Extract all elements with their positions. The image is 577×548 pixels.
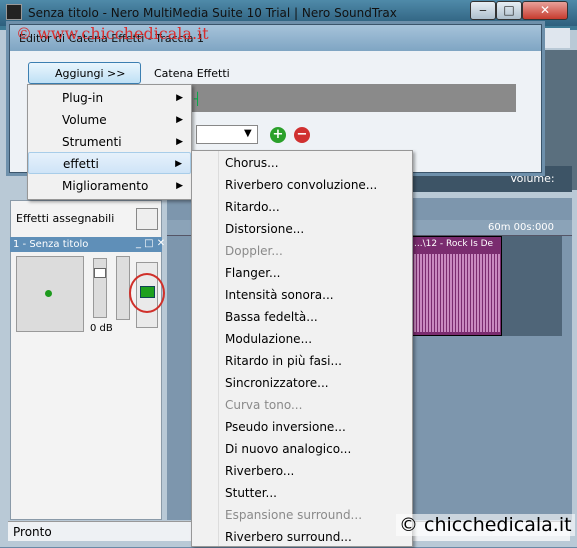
menu-item-strumenti[interactable]: Strumenti ▶ <box>28 131 191 153</box>
chevron-right-icon: ▶ <box>176 93 183 103</box>
menu-item-volume[interactable]: Volume ▶ <box>28 109 191 131</box>
menu-item-effetti[interactable]: effetti ▶ <box>28 152 191 174</box>
submenu-item[interactable]: Riverbero convoluzione... <box>225 174 377 196</box>
menu-separator <box>218 151 219 546</box>
assign-effects-button[interactable] <box>136 208 158 230</box>
highlight-circle <box>129 273 165 313</box>
chevron-right-icon: ▶ <box>175 159 182 169</box>
submenu-item: Espansione surround... <box>225 508 363 522</box>
effects-chain-label: Catena Effetti <box>154 67 230 80</box>
submenu-item[interactable]: Bassa fedeltà... <box>225 306 318 328</box>
volume-label: Volume: <box>510 172 555 185</box>
chevron-right-icon: ▶ <box>176 137 183 147</box>
chevron-right-icon: ▶ <box>176 115 183 125</box>
clip-title: ...\12 - Rock Is De <box>414 239 494 249</box>
minimize-button[interactable]: ‒ <box>470 1 496 20</box>
menu-item-label: Strumenti <box>62 135 122 149</box>
volume-fader[interactable] <box>93 258 107 318</box>
pan-position-dot[interactable] <box>45 290 52 297</box>
submenu-item: Curva tono... <box>225 398 303 412</box>
menu-item-plugin[interactable]: Plug-in ▶ <box>28 87 191 109</box>
chain-connector-icon: ┤ <box>194 92 202 106</box>
level-meter <box>116 256 130 320</box>
maximize-button[interactable]: □ <box>496 1 522 20</box>
chevron-down-icon[interactable]: ▼ <box>244 128 252 139</box>
waveform <box>414 254 500 332</box>
submenu-item[interactable]: Sincronizzatore... <box>225 372 329 394</box>
remove-preset-button[interactable]: − <box>294 127 310 143</box>
ruler-time-label: 60m 00s:000 <box>488 222 555 233</box>
submenu-item: Doppler... <box>225 244 283 258</box>
menu-item-label: effetti <box>63 157 99 171</box>
db-readout: 0 dB <box>90 323 113 334</box>
submenu-item[interactable]: Ritardo... <box>225 196 280 218</box>
close-button[interactable]: ✕ <box>522 1 568 20</box>
watermark-bottom: © chicchedicala.it <box>396 514 575 536</box>
watermark-top: © www.chicchedicala.it <box>16 24 209 43</box>
submenu-item[interactable]: Ritardo in più fasi... <box>225 350 342 372</box>
track-window-controls[interactable]: _ □ ✕ <box>136 238 165 249</box>
submenu-item[interactable]: Riverbero... <box>225 460 294 482</box>
add-preset-button[interactable]: + <box>270 127 286 143</box>
submenu-item[interactable]: Stutter... <box>225 482 277 504</box>
submenu-item[interactable]: Distorsione... <box>225 218 304 240</box>
add-button-label[interactable]: Aggiungi >> <box>55 67 125 80</box>
menu-item-label: Volume <box>62 113 107 127</box>
submenu-item[interactable]: Riverbero surround... <box>225 526 352 548</box>
menu-item-label: Miglioramento <box>62 179 149 193</box>
submenu-item[interactable]: Flanger... <box>225 262 280 284</box>
menu-item-label: Plug-in <box>62 91 104 105</box>
fader-handle[interactable] <box>94 268 106 278</box>
status-text: Pronto <box>13 525 52 539</box>
submenu-item[interactable]: Modulazione... <box>225 328 312 350</box>
submenu-item[interactable]: Chorus... <box>225 152 279 174</box>
menu-item-miglioramento[interactable]: Miglioramento ▶ <box>28 175 191 197</box>
app-icon <box>6 4 22 20</box>
effects-assigned-label: Effetti assegnabili <box>16 212 115 225</box>
submenu-item[interactable]: Pseudo inversione... <box>225 416 346 438</box>
effects-chain-bar[interactable] <box>166 84 516 112</box>
submenu-item[interactable]: Di nuovo analogico... <box>225 438 351 460</box>
chevron-right-icon: ▶ <box>176 181 183 191</box>
submenu-item[interactable]: Intensità sonora... <box>225 284 334 306</box>
window-title: Senza titolo - Nero MultiMedia Suite 10 … <box>28 6 397 20</box>
